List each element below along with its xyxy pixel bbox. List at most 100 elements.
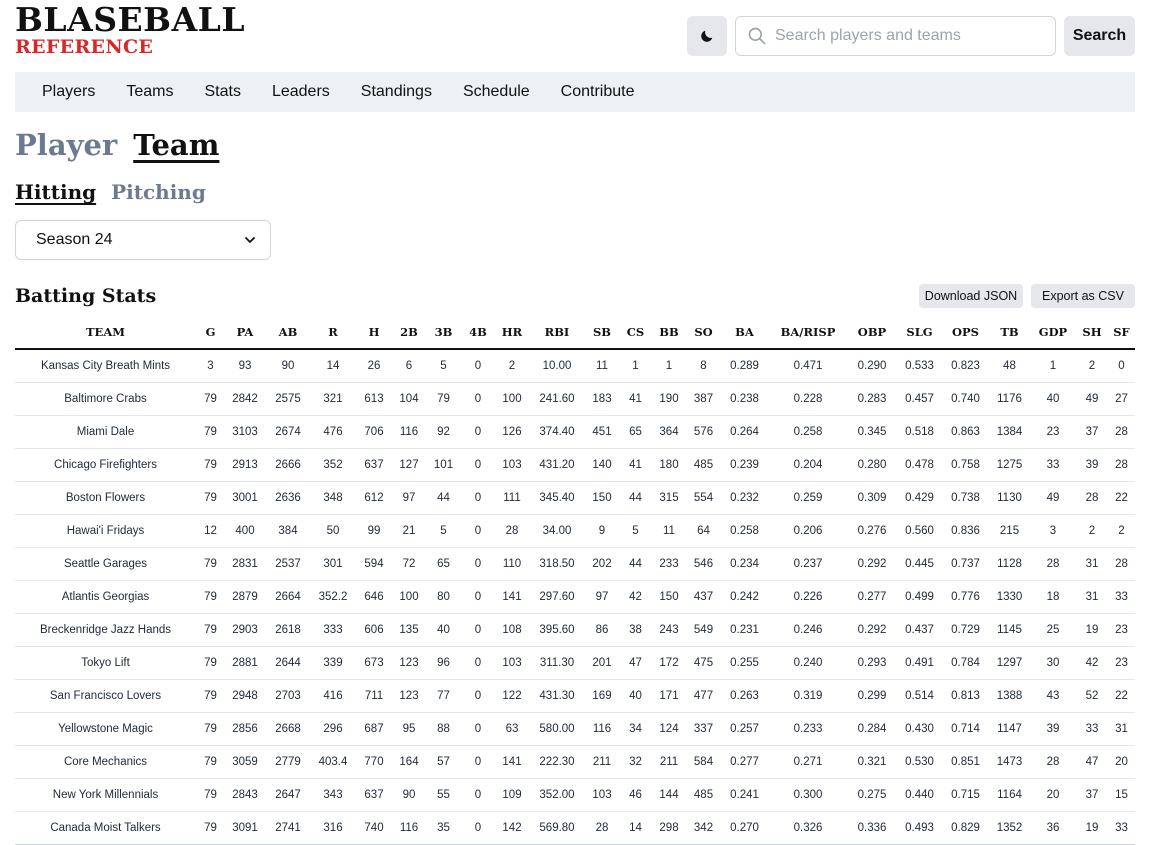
column-header-tb[interactable]: TB: [989, 316, 1030, 350]
stat-cell: 222.30: [530, 745, 584, 779]
nav-stats[interactable]: Stats: [204, 83, 240, 101]
stat-cell: 14: [311, 349, 355, 383]
stat-cell: 0.258: [720, 514, 769, 548]
column-header-ba[interactable]: BA: [720, 316, 769, 350]
stat-cell: 2644: [265, 646, 311, 680]
nav-teams[interactable]: Teams: [126, 83, 173, 101]
stat-cell: 0: [1108, 349, 1135, 383]
stat-cell: 46: [620, 778, 651, 812]
stat-cell: 485: [687, 778, 720, 812]
stat-cell: 1147: [989, 712, 1030, 746]
stat-cell: 28: [494, 514, 530, 548]
stat-cell: 103: [584, 778, 620, 812]
team-name-cell[interactable]: Baltimore Crabs: [15, 382, 196, 416]
tab-player[interactable]: Player: [15, 128, 117, 162]
nav-schedule[interactable]: Schedule: [463, 83, 530, 101]
search-input[interactable]: [775, 27, 1035, 45]
team-name-cell[interactable]: San Francisco Lovers: [15, 679, 196, 713]
column-header-ops[interactable]: OPS: [942, 316, 989, 350]
team-name-cell[interactable]: New York Millennials: [15, 778, 196, 812]
team-name-cell[interactable]: Breckenridge Jazz Hands: [15, 613, 196, 647]
column-header-ba-risp[interactable]: BA/RISP: [769, 316, 847, 350]
stat-cell: 35: [425, 811, 462, 845]
stat-cell: 3: [196, 349, 225, 383]
nav-players[interactable]: Players: [42, 83, 95, 101]
export-csv-button[interactable]: Export as CSV: [1031, 284, 1135, 308]
stat-cell: 79: [196, 613, 225, 647]
stat-cell: 1164: [989, 778, 1030, 812]
team-name-cell[interactable]: Kansas City Breath Mints: [15, 349, 196, 383]
stat-cell: 20: [1030, 778, 1076, 812]
site-logo[interactable]: BLASEBALL REFERENCE: [15, 0, 246, 57]
column-header-r[interactable]: R: [311, 316, 355, 350]
stat-cell: 48: [989, 349, 1030, 383]
column-header-obp[interactable]: OBP: [847, 316, 897, 350]
column-header-4b[interactable]: 4B: [462, 316, 494, 350]
column-header-rbi[interactable]: RBI: [530, 316, 584, 350]
team-name-cell[interactable]: Miami Dale: [15, 415, 196, 449]
column-header-team[interactable]: TEAM: [15, 316, 196, 350]
download-json-button[interactable]: Download JSON: [919, 284, 1023, 308]
stat-cell: 0.499: [897, 580, 942, 614]
stat-cell: 28: [1108, 547, 1135, 581]
season-select[interactable]: Season 24: [15, 220, 271, 260]
column-header-h[interactable]: H: [355, 316, 393, 350]
team-name-cell[interactable]: Canada Moist Talkers: [15, 811, 196, 845]
stat-cell: 57: [425, 745, 462, 779]
stat-cell: 103: [494, 646, 530, 680]
search-button[interactable]: Search: [1064, 16, 1135, 56]
nav-leaders[interactable]: Leaders: [272, 83, 330, 101]
stat-cell: 169: [584, 679, 620, 713]
stat-cell: 97: [584, 580, 620, 614]
column-header-cs[interactable]: CS: [620, 316, 651, 350]
stat-cell: 0: [462, 481, 494, 515]
stat-cell: 0: [462, 679, 494, 713]
column-header-3b[interactable]: 3B: [425, 316, 462, 350]
column-header-g[interactable]: G: [196, 316, 225, 350]
tab-hitting[interactable]: Hitting: [15, 180, 96, 204]
stat-cell: 92: [425, 415, 462, 449]
team-name-cell[interactable]: Yellowstone Magic: [15, 712, 196, 746]
column-header-so[interactable]: SO: [687, 316, 720, 350]
column-header-pa[interactable]: PA: [225, 316, 265, 350]
table-row: San Francisco Lovers 79 2948 2703 416 711 123 7…: [15, 679, 1135, 713]
column-header-sf[interactable]: SF: [1108, 316, 1135, 350]
team-name-cell[interactable]: Core Mechanics: [15, 745, 196, 779]
column-header-ab[interactable]: AB: [265, 316, 311, 350]
section-title: Batting Stats: [15, 285, 157, 307]
column-header-2b[interactable]: 2B: [393, 316, 425, 350]
column-header-hr[interactable]: HR: [494, 316, 530, 350]
team-name-cell[interactable]: Hawai'i Fridays: [15, 514, 196, 548]
stat-cell: 1: [651, 349, 687, 383]
stat-cell: 311.30: [530, 646, 584, 680]
nav-standings[interactable]: Standings: [361, 83, 432, 101]
stat-cell: 33: [1108, 811, 1135, 845]
stat-cell: 0.430: [897, 712, 942, 746]
stat-cell: 770: [355, 745, 393, 779]
stat-cell: 569.80: [530, 811, 584, 845]
tab-team[interactable]: Team: [133, 128, 219, 162]
stat-cell: 0.234: [720, 547, 769, 581]
tab-pitching[interactable]: Pitching: [111, 180, 206, 204]
column-header-slg[interactable]: SLG: [897, 316, 942, 350]
team-name-cell[interactable]: Seattle Garages: [15, 547, 196, 581]
table-row: Yellowstone Magic 79 2856 2668 296 687 95 88 0 63…: [15, 712, 1135, 746]
table-row: Kansas City Breath Mints 3 93 90 14 26 6 5 0 2 10.…: [15, 349, 1135, 383]
team-name-cell[interactable]: Chicago Firefighters: [15, 448, 196, 482]
stat-cell: 5: [425, 349, 462, 383]
team-name-cell[interactable]: Boston Flowers: [15, 481, 196, 515]
column-header-gdp[interactable]: GDP: [1030, 316, 1076, 350]
stat-cell: 144: [651, 778, 687, 812]
column-header-sh[interactable]: SH: [1076, 316, 1108, 350]
column-header-sb[interactable]: SB: [584, 316, 620, 350]
nav-contribute[interactable]: Contribute: [561, 83, 635, 101]
team-name-cell[interactable]: Tokyo Lift: [15, 646, 196, 680]
team-name-cell[interactable]: Atlantis Georgias: [15, 580, 196, 614]
stat-cell: 116: [584, 712, 620, 746]
search-field[interactable]: [735, 16, 1056, 56]
theme-toggle-button[interactable]: [687, 16, 727, 56]
column-header-bb[interactable]: BB: [651, 316, 687, 350]
logo-title: BLASEBALL: [15, 0, 246, 39]
stat-cell: 0.206: [769, 514, 847, 548]
stat-cell: 2666: [265, 448, 311, 482]
